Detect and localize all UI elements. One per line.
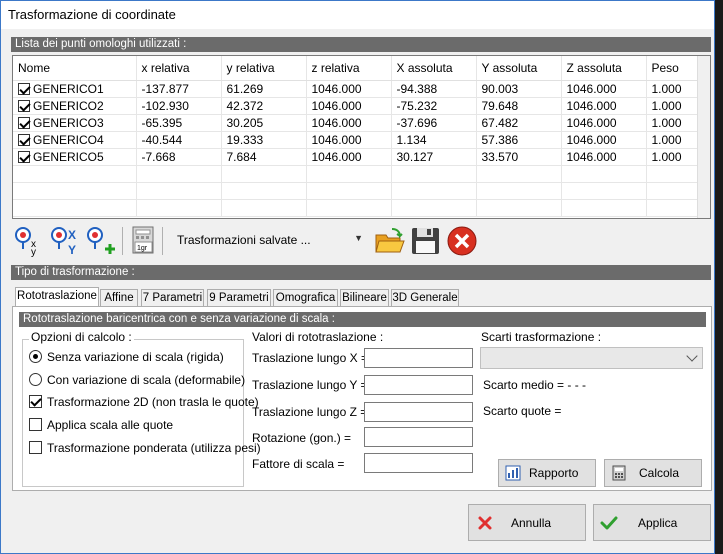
ty-input[interactable] xyxy=(364,375,473,395)
table-row[interactable]: GENERICO1 -137.877 61.269 1046.000 -94.3… xyxy=(13,80,699,98)
save-transform-button[interactable] xyxy=(410,225,442,257)
points-table: Nome x relativa y relativa z relativa X … xyxy=(12,55,711,219)
values-title: Valori di rototraslazione : xyxy=(252,330,384,344)
radio-deformable-dot xyxy=(29,373,42,386)
mean-residual: Scarto medio = - - - xyxy=(483,378,587,392)
row-checkbox[interactable] xyxy=(18,150,30,163)
cancel-button[interactable]: Annulla xyxy=(468,504,586,541)
toolbar-separator xyxy=(122,227,123,255)
calculator-1gr-icon: 1gr xyxy=(132,226,154,254)
target-xy-icon: x y xyxy=(15,227,36,258)
options-group-title: Opzioni di calcolo : xyxy=(29,330,134,344)
points-section-header: Lista dei punti omologhi utilizzati : xyxy=(11,37,711,52)
residuals-select[interactable] xyxy=(480,347,703,369)
label-ty: Traslazione lungo Y = xyxy=(252,378,368,392)
table-row[interactable]: GENERICO4 -40.544 19.333 1046.000 1.134 … xyxy=(13,131,699,149)
transform-type-header: Tipo di trasformazione : xyxy=(11,265,711,280)
row-checkbox[interactable] xyxy=(18,133,30,146)
label-scale-factor: Fattore di scala = xyxy=(252,457,345,471)
tab-omografica[interactable]: Omografica xyxy=(273,289,338,307)
table-row-empty xyxy=(13,199,699,217)
row-checkbox[interactable] xyxy=(18,82,30,95)
col-header-x-abs[interactable]: X assoluta xyxy=(391,56,477,81)
panel-header: Rototraslazione baricentrica con e senza… xyxy=(19,312,706,327)
svg-text:X: X xyxy=(68,228,76,242)
quote-residual: Scarto quote = xyxy=(483,404,562,418)
apply-button[interactable]: Applica xyxy=(593,504,711,541)
tab-9-parametri[interactable]: 9 Parametri xyxy=(207,289,271,307)
table-row-empty xyxy=(13,182,699,200)
toolbar-separator xyxy=(162,227,163,255)
compute-button[interactable]: Calcola xyxy=(604,459,702,487)
tx-input[interactable] xyxy=(364,348,473,368)
add-point-button[interactable] xyxy=(86,225,115,257)
transform-window: Trasformazione di coordinate Lista dei p… xyxy=(0,0,715,554)
col-header-z-rel[interactable]: z relativa xyxy=(306,56,392,81)
tab-rototraslazione[interactable]: Rototraslazione xyxy=(15,287,99,308)
tab-bilineare[interactable]: Bilineare xyxy=(340,289,389,307)
radio-rigid[interactable]: Senza variazione di scala (rigida) xyxy=(29,350,224,364)
col-header-nome[interactable]: Nome xyxy=(13,56,137,81)
points-toolbar: x y X Y 1gr Trasformazioni salvate ... ▼ xyxy=(12,223,482,259)
col-header-x-rel[interactable]: x relativa xyxy=(136,56,222,81)
saved-transforms-select[interactable]: Trasformazioni salvate ... ▼ xyxy=(170,229,368,251)
radio-rigid-dot xyxy=(29,350,42,363)
rotation-input[interactable] xyxy=(364,427,473,447)
add-point-xyz-button[interactable]: X Y xyxy=(50,225,78,257)
tz-input[interactable] xyxy=(364,402,473,422)
report-button[interactable]: Rapporto xyxy=(498,459,596,487)
checkbox-scale-box xyxy=(29,418,42,431)
table-header-row: Nome x relativa y relativa z relativa X … xyxy=(13,56,699,81)
floppy-save-icon xyxy=(412,228,439,254)
col-header-y-rel[interactable]: y relativa xyxy=(221,56,307,81)
checkbox-2d-box xyxy=(29,395,42,408)
label-tx: Traslazione lungo X = xyxy=(252,351,368,365)
add-point-xy-button[interactable]: x y xyxy=(14,225,42,258)
delete-transform-button[interactable] xyxy=(446,225,478,257)
row-checkbox[interactable] xyxy=(18,116,30,129)
tab-3d-generale[interactable]: 3D Generale xyxy=(391,289,459,307)
delete-circle-icon xyxy=(447,226,477,256)
svg-text:y: y xyxy=(31,247,36,257)
col-header-y-abs[interactable]: Y assoluta xyxy=(476,56,562,81)
rototraslazione-panel: Rototraslazione baricentrica con e senza… xyxy=(12,306,712,491)
checkbox-scale-quotes[interactable]: Applica scala alle quote xyxy=(29,418,173,432)
svg-text:1gr: 1gr xyxy=(137,245,148,252)
scale-factor-input[interactable] xyxy=(364,453,473,473)
col-header-z-abs[interactable]: Z assoluta xyxy=(561,56,647,81)
col-header-peso[interactable]: Peso xyxy=(646,56,699,81)
open-folder-icon xyxy=(375,228,405,253)
table-row[interactable]: GENERICO5 -7.668 7.684 1046.000 30.127 3… xyxy=(13,148,699,166)
checkbox-weighted-box xyxy=(29,441,42,454)
cancel-x-icon xyxy=(478,516,492,529)
table-row[interactable]: GENERICO2 -102.930 42.372 1046.000 -75.2… xyxy=(13,97,699,115)
residuals-title: Scarti trasformazione : xyxy=(481,330,602,344)
table-vertical-scrollbar[interactable] xyxy=(697,56,710,218)
target-xyz-icon: X Y xyxy=(51,227,76,257)
chevron-down-icon xyxy=(686,350,698,362)
table-row[interactable]: GENERICO3 -65.395 30.205 1046.000 -37.69… xyxy=(13,114,699,132)
checkbox-weighted[interactable]: Trasformazione ponderata (utilizza pesi) xyxy=(29,441,261,455)
report-chart-icon xyxy=(505,465,521,481)
calculator-icon xyxy=(612,465,626,481)
svg-text:Y: Y xyxy=(68,243,76,257)
label-rotation: Rotazione (gon.) = xyxy=(252,431,352,445)
table-row-empty xyxy=(13,165,699,183)
checkmark-icon xyxy=(600,516,618,529)
radio-deformable[interactable]: Con variazione di scala (deformabile) xyxy=(29,373,245,387)
open-transform-button[interactable] xyxy=(374,225,406,257)
chevron-down-icon: ▼ xyxy=(354,233,363,243)
grade-unit-button[interactable]: 1gr xyxy=(130,225,158,257)
row-checkbox[interactable] xyxy=(18,99,30,112)
target-add-icon xyxy=(87,227,115,254)
checkbox-2d-transform[interactable]: Trasformazione 2D (non trasla le quote) xyxy=(29,395,259,409)
tab-affine[interactable]: Affine xyxy=(100,289,138,307)
label-tz: Traslazione lungo Z = xyxy=(252,405,368,419)
window-title: Trasformazione di coordinate xyxy=(1,1,714,29)
tab-7-parametri[interactable]: 7 Parametri xyxy=(141,289,204,307)
